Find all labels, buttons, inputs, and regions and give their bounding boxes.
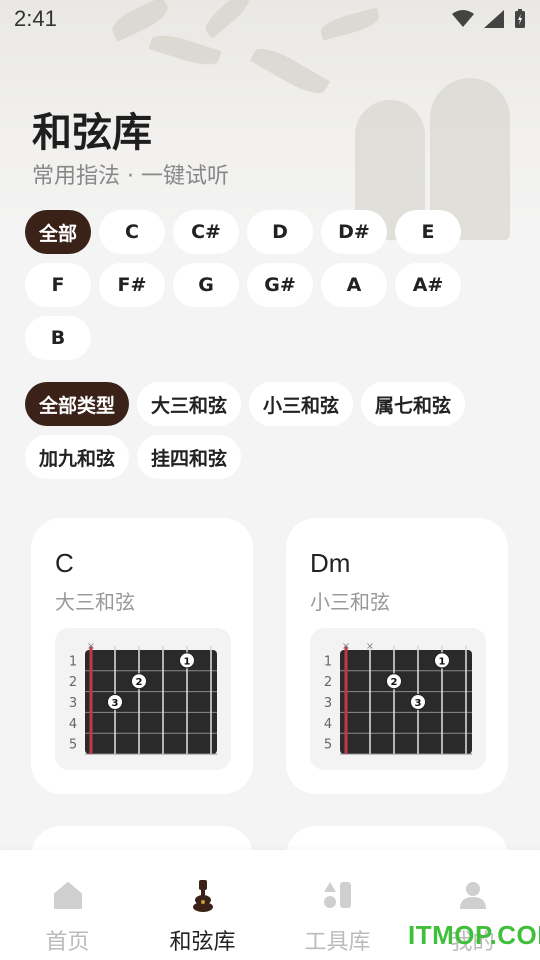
type-filter-group: 全部类型 大三和弦 小三和弦 属七和弦 加九和弦 挂四和弦 bbox=[25, 382, 525, 488]
fret-number: 1 bbox=[69, 654, 77, 669]
nav-tools-label: 工具库 bbox=[304, 930, 371, 955]
finger-number: 3 bbox=[415, 698, 422, 709]
chord-card[interactable]: C 大三和弦 × 1 2 3 4 5 1 2 3 bbox=[31, 518, 253, 794]
guitar-icon bbox=[192, 880, 213, 912]
home-icon bbox=[53, 882, 82, 909]
root-filter-a-sharp[interactable]: A# bbox=[395, 263, 461, 307]
fret-number: 1 bbox=[324, 654, 332, 669]
user-icon bbox=[459, 882, 486, 909]
fret-number: 2 bbox=[69, 675, 77, 690]
fret-number: 5 bbox=[69, 738, 77, 753]
type-filter-major[interactable]: 大三和弦 bbox=[137, 382, 242, 426]
type-filter-sus4[interactable]: 挂四和弦 bbox=[137, 435, 242, 479]
leaf-decoration bbox=[249, 41, 331, 101]
muted-string-mark: × bbox=[342, 641, 350, 652]
chord-type: 大三和弦 bbox=[55, 590, 135, 614]
finger-number: 1 bbox=[439, 656, 446, 667]
root-filter-c[interactable]: C bbox=[99, 210, 165, 254]
status-bar: 2:41 bbox=[0, 0, 540, 38]
nav-tools[interactable]: 工具库 bbox=[270, 850, 405, 960]
root-filter-b[interactable]: B bbox=[25, 316, 91, 360]
chord-diagram: × × 1 2 3 4 5 1 2 3 bbox=[310, 628, 486, 770]
tools-icon bbox=[323, 882, 351, 908]
root-filter-g-sharp[interactable]: G# bbox=[247, 263, 313, 307]
battery-icon bbox=[515, 9, 525, 28]
finger-number: 2 bbox=[136, 677, 143, 688]
page-title: 和弦库 bbox=[32, 110, 152, 156]
root-filter-a[interactable]: A bbox=[321, 263, 387, 307]
type-filter-minor[interactable]: 小三和弦 bbox=[249, 382, 354, 426]
fret-number: 3 bbox=[69, 696, 77, 711]
root-filter-all[interactable]: 全部 bbox=[25, 210, 91, 254]
root-filter-c-sharp[interactable]: C# bbox=[173, 210, 239, 254]
chord-diagram: × 1 2 3 4 5 1 2 3 bbox=[55, 628, 231, 770]
chord-diagram-svg: × × 1 2 3 4 5 1 2 3 bbox=[324, 641, 472, 755]
chord-card[interactable]: Dm 小三和弦 × × 1 2 3 4 5 1 2 3 bbox=[286, 518, 508, 794]
status-time: 2:41 bbox=[14, 6, 57, 31]
nav-home-label: 首页 bbox=[45, 930, 90, 955]
muted-string-mark: × bbox=[87, 641, 95, 652]
chord-name: C bbox=[55, 548, 74, 578]
finger-number: 2 bbox=[391, 677, 398, 688]
signal-icon bbox=[484, 10, 504, 28]
type-filter-dominant7[interactable]: 属七和弦 bbox=[361, 382, 466, 426]
root-filter-d[interactable]: D bbox=[247, 210, 313, 254]
chord-type: 小三和弦 bbox=[310, 590, 390, 614]
type-filter-all[interactable]: 全部类型 bbox=[25, 382, 130, 426]
root-filter-group: 全部 C C# D D# E F F# G G# A A# B bbox=[25, 210, 525, 369]
watermark: ITMOP.COM bbox=[408, 920, 540, 950]
finger-number: 3 bbox=[112, 698, 119, 709]
nav-chords[interactable]: 和弦库 bbox=[135, 850, 270, 960]
finger-number: 1 bbox=[184, 656, 191, 667]
root-filter-d-sharp[interactable]: D# bbox=[321, 210, 387, 254]
root-filter-f-sharp[interactable]: F# bbox=[99, 263, 165, 307]
fret-number: 4 bbox=[324, 717, 332, 732]
nav-home[interactable]: 首页 bbox=[0, 850, 135, 960]
chord-diagram-svg: × 1 2 3 4 5 1 2 3 bbox=[69, 641, 217, 755]
fret-number: 3 bbox=[324, 696, 332, 711]
root-filter-e[interactable]: E bbox=[395, 210, 461, 254]
nav-chords-label: 和弦库 bbox=[169, 930, 236, 955]
chord-name: Dm bbox=[310, 548, 351, 578]
fret-number: 4 bbox=[69, 717, 77, 732]
fret-number: 5 bbox=[324, 738, 332, 753]
fret-number: 2 bbox=[324, 675, 332, 690]
fretboard bbox=[85, 650, 217, 754]
status-icons bbox=[452, 9, 526, 29]
fretboard bbox=[340, 650, 472, 754]
root-filter-g[interactable]: G bbox=[173, 263, 239, 307]
root-filter-f[interactable]: F bbox=[25, 263, 91, 307]
type-filter-add9[interactable]: 加九和弦 bbox=[25, 435, 130, 479]
page-subtitle: 常用指法 · 一键试听 bbox=[32, 164, 229, 189]
wifi-icon bbox=[452, 10, 474, 27]
muted-string-mark: × bbox=[366, 641, 374, 652]
